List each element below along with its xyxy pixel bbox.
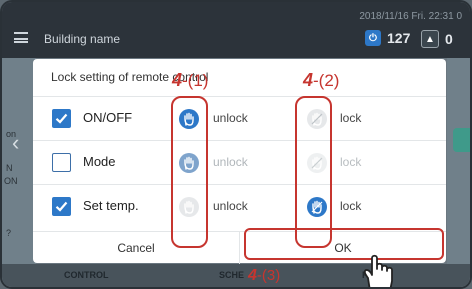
bg-label: ? (6, 228, 12, 238)
check-icon (55, 201, 68, 212)
callout-box-unlock-column (171, 96, 208, 248)
settemp-lock-label[interactable]: lock (340, 199, 361, 213)
on-count: 127 (387, 30, 411, 46)
mode-lock-label[interactable]: lock (340, 155, 361, 169)
on-count-badge: ⏻ 127 (365, 30, 410, 46)
mode-label: Mode (83, 154, 116, 169)
background-left-panel: ‹ on N ON ? (2, 58, 36, 287)
datetime: 2018/11/16 Fri. 22:31 0 (359, 11, 462, 22)
onoff-checkbox[interactable] (52, 109, 71, 128)
settemp-unlock-label[interactable]: unlock (213, 199, 248, 213)
alert-icon: ▲ (421, 30, 439, 48)
onoff-lock-label[interactable]: lock (340, 111, 361, 125)
lock-row-onoff: ON/OFF unlock lock (33, 96, 446, 141)
onoff-label: ON/OFF (83, 110, 133, 125)
cancel-button[interactable]: Cancel (33, 232, 239, 264)
tab-control[interactable]: CONTROL (64, 270, 109, 280)
callout-4-1: 4-(1) (172, 70, 209, 90)
settemp-label: Set temp. (83, 198, 139, 213)
bg-label: N (6, 163, 13, 173)
lock-row-mode: Mode unlock lock (33, 140, 446, 185)
power-icon: ⏻ (365, 30, 381, 46)
top-bar: Building name 2018/11/16 Fri. 22:31 0 ⏻ … (2, 2, 470, 58)
background-right-panel (447, 58, 470, 287)
onoff-unlock-label[interactable]: unlock (213, 111, 248, 125)
bg-label: on (6, 129, 17, 139)
callout-box-ok-button (244, 228, 444, 260)
callout-4-2: 4-(2) (303, 70, 340, 90)
hand-pointer-icon (363, 254, 393, 287)
tab-schedule[interactable]: SCHE (219, 270, 244, 280)
off-count: 0 (445, 31, 453, 47)
off-count-badge: ▲ 0 (421, 30, 453, 48)
bg-tile (453, 128, 470, 152)
menu-icon[interactable] (14, 32, 28, 43)
building-name: Building name (44, 32, 121, 46)
callout-4-3: 4-(3) (248, 267, 281, 284)
bg-label: ON (4, 176, 18, 186)
settemp-checkbox[interactable] (52, 197, 71, 216)
lock-row-settemp: Set temp. unlock lock (33, 184, 446, 229)
app-window: Building name 2018/11/16 Fri. 22:31 0 ⏻ … (0, 0, 472, 289)
mode-checkbox[interactable] (52, 153, 71, 172)
callout-box-lock-column (295, 96, 332, 248)
check-icon (55, 113, 68, 124)
mode-unlock-label[interactable]: unlock (213, 155, 248, 169)
